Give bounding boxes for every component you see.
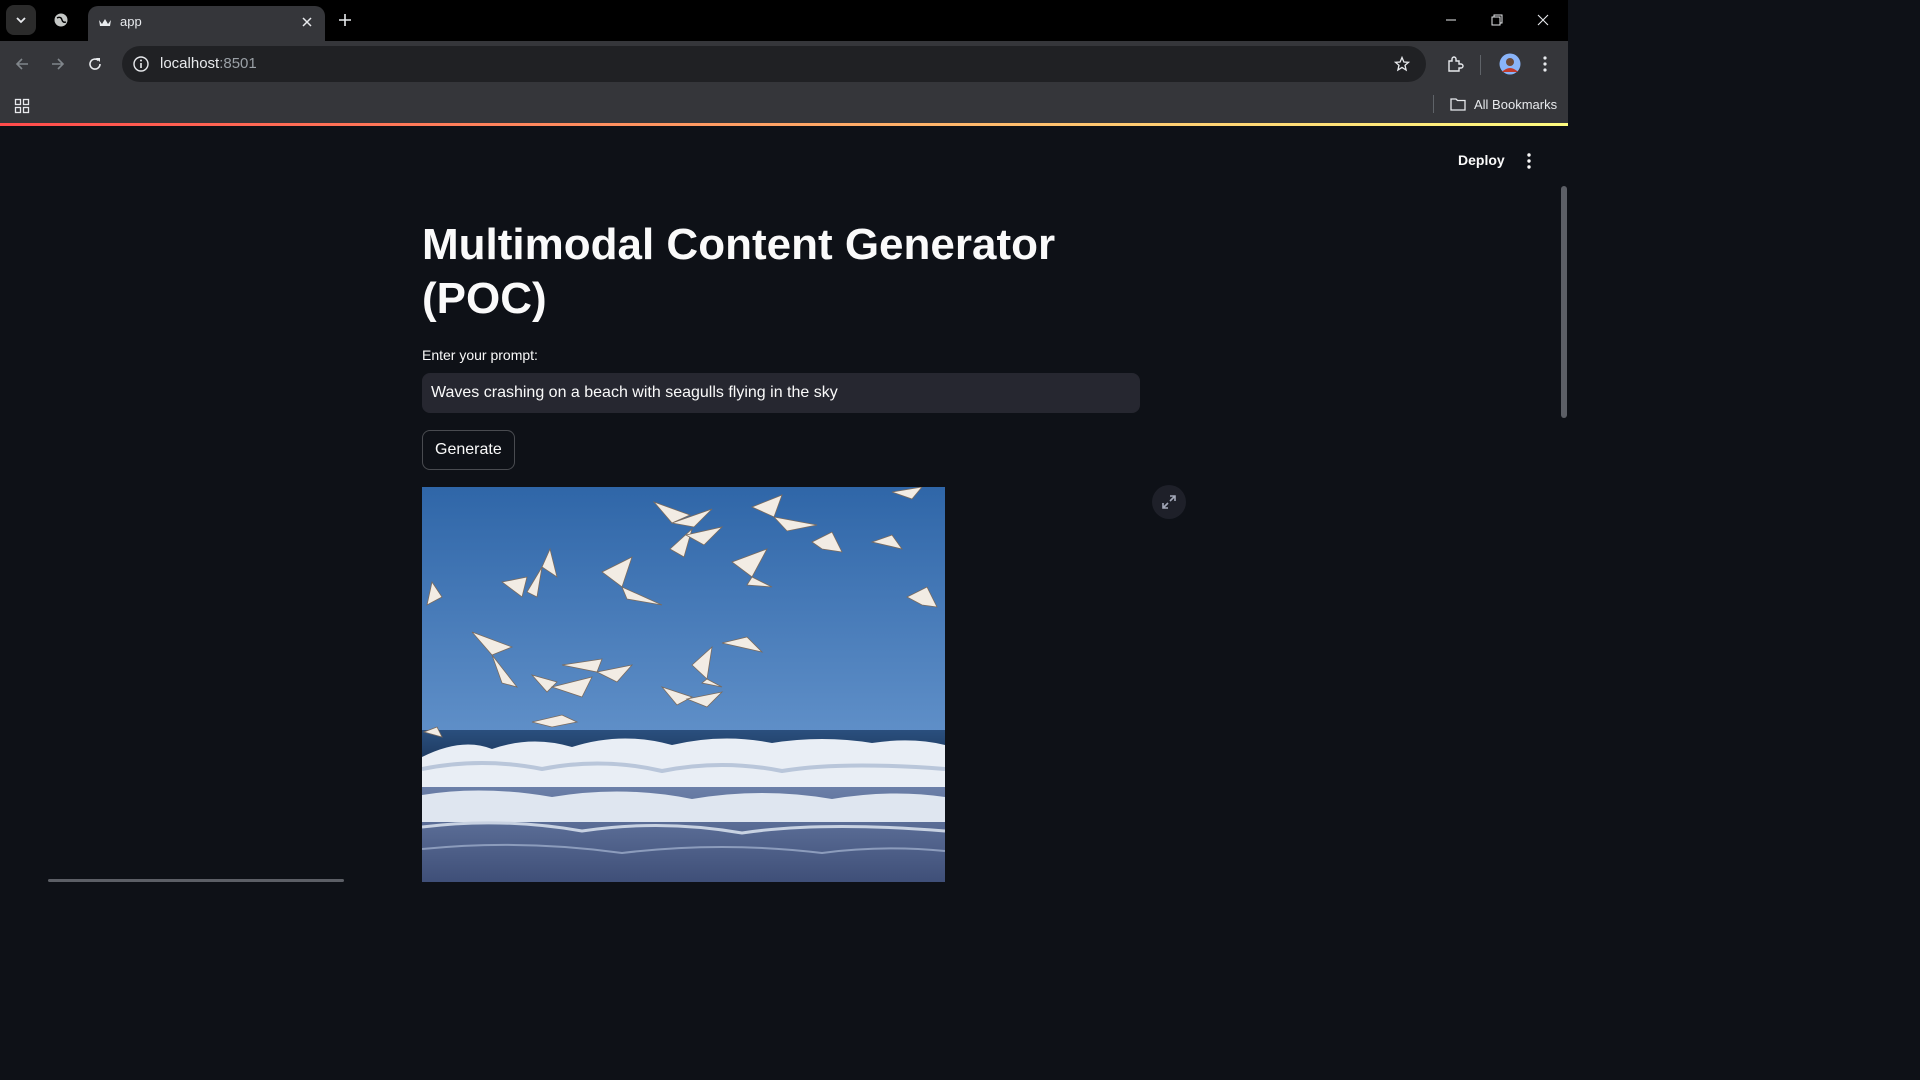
extensions-icon	[1448, 56, 1464, 72]
page-title-line-2: (POC)	[422, 274, 547, 323]
horizontal-scrollbar-thumb[interactable]	[48, 879, 344, 882]
streamlit-favicon-icon	[99, 19, 111, 26]
reload-button[interactable]	[79, 48, 111, 80]
profile-button[interactable]	[1494, 48, 1526, 80]
tab-search-button[interactable]	[6, 5, 36, 35]
all-bookmarks-button[interactable]: All Bookmarks	[1450, 93, 1557, 115]
app-main-menu-button[interactable]	[1516, 148, 1542, 174]
toolbar-divider	[1480, 55, 1481, 75]
all-bookmarks-label: All Bookmarks	[1474, 96, 1558, 112]
profile-avatar-icon	[1499, 53, 1521, 75]
browser-toolbar: localhost:8501	[0, 41, 1568, 87]
fullscreen-button[interactable]	[1152, 485, 1186, 519]
tab-title: app	[120, 14, 142, 29]
tab-group-button[interactable]	[46, 5, 76, 35]
browser-tab-active[interactable]: app	[88, 6, 325, 41]
url-host: localhost	[160, 55, 220, 72]
page-title: Multimodal Content Generator (POC)	[422, 218, 1122, 326]
reload-icon	[89, 58, 101, 70]
window-minimize-button[interactable]	[1428, 0, 1474, 40]
window-restore-button[interactable]	[1474, 0, 1520, 40]
tab-strip: app	[0, 0, 1568, 41]
apps-grid-icon	[14, 98, 30, 114]
back-arrow-icon	[15, 58, 28, 70]
plus-icon	[339, 14, 351, 26]
minimize-icon	[1446, 19, 1456, 21]
url-port: :8501	[219, 55, 257, 72]
bookmarks-divider	[1433, 95, 1434, 113]
new-tab-button[interactable]	[331, 6, 359, 34]
folder-icon	[1450, 98, 1466, 111]
url-text: localhost:8501	[160, 55, 257, 72]
extensions-button[interactable]	[1439, 48, 1471, 80]
bookmarks-bar: All Bookmarks	[0, 87, 1568, 123]
tab-group-icon	[54, 13, 68, 27]
tab-close-button[interactable]	[297, 12, 317, 32]
page-title-line-1: Multimodal Content Generator	[422, 220, 1056, 269]
app-header: Deploy	[0, 126, 1568, 186]
deploy-button[interactable]: Deploy	[1446, 147, 1517, 173]
info-icon[interactable]	[132, 55, 150, 73]
prompt-input[interactable]	[422, 373, 1140, 413]
tab-search-icon	[16, 17, 26, 24]
prompt-label: Enter your prompt:	[422, 347, 538, 363]
back-button[interactable]	[6, 48, 38, 80]
window-close-icon	[1537, 14, 1549, 26]
forward-button[interactable]	[42, 48, 74, 80]
generate-button[interactable]: Generate	[422, 430, 515, 470]
star-icon	[1394, 56, 1410, 72]
bookmark-star-button[interactable]	[1390, 52, 1414, 76]
kebab-menu-icon	[1527, 153, 1531, 169]
apps-button[interactable]	[6, 90, 38, 122]
forward-arrow-icon	[52, 58, 65, 70]
window-close-button[interactable]	[1520, 0, 1566, 40]
browser-menu-button[interactable]	[1529, 48, 1561, 80]
generated-image	[422, 487, 945, 882]
close-icon	[302, 17, 312, 27]
kebab-menu-icon	[1543, 56, 1547, 72]
address-bar[interactable]: localhost:8501	[122, 46, 1426, 82]
restore-icon	[1491, 14, 1503, 26]
fullscreen-expand-icon	[1162, 495, 1176, 509]
vertical-scrollbar-thumb[interactable]	[1561, 186, 1567, 418]
